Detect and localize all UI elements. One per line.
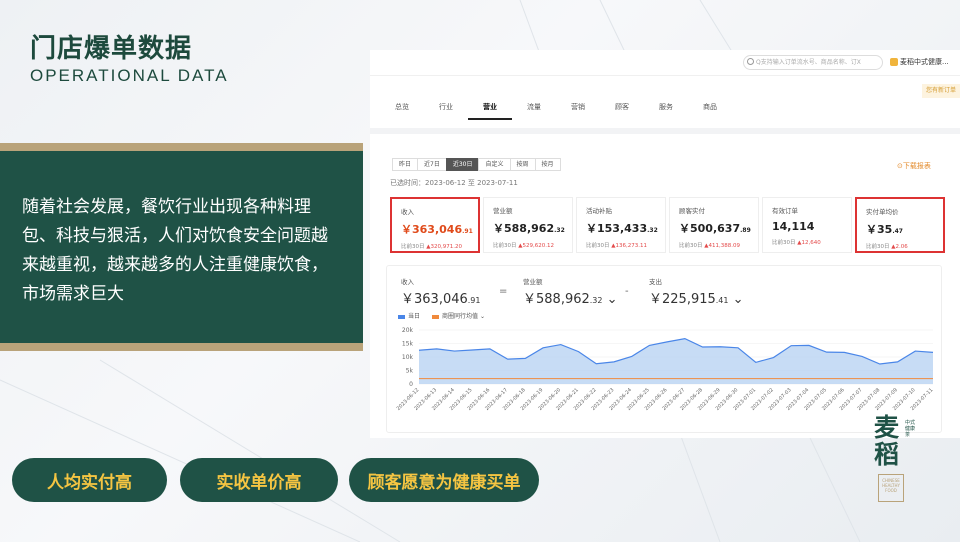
tab-overview[interactable]: 总览 [380,102,424,122]
kpi-value: ￥35.47 [866,223,903,236]
panel-body-text: 随着社会发展，餐饮行业出现各种料理包、科技与狠活，人们对饮食安全问题越来越重视，… [22,197,328,304]
user-menu[interactable]: 麦稻中式健康... [890,57,949,67]
range-monthly[interactable]: 按月 [534,158,561,171]
tab-industry[interactable]: 行业 [424,102,468,122]
range-7d[interactable]: 近7日 [417,158,447,171]
dashboard-topbar: Q支持输入订单流水号、商品名称、订X 麦稻中式健康... [370,50,960,76]
tab-products[interactable]: 商品 [688,102,732,122]
slide-subtitle: OPERATIONAL DATA [30,66,229,85]
store-icon [890,58,898,66]
logo-text: 麦稻 [874,413,900,469]
y-tick-label: 0 [409,381,413,388]
kpi-label: 活动补贴 [586,207,612,215]
kpi-label: 有效订单 [772,207,798,215]
pill-healthy: 顾客愿意为健康买单 [349,458,539,502]
kpi-card[interactable]: 顾客实付 ￥500,637.89 比前30日 ▲411,388.09 [669,197,759,253]
selected-period: 已选时间：2023-06-12 至 2023-07-11 [390,179,518,187]
kpi-card[interactable]: 收入 ￥363,046.91 比前30日 ▲320,971.20 [390,197,480,253]
kpi-label: 实付单均价 [866,208,899,216]
range-custom[interactable]: 自定义 [478,158,511,171]
tab-traffic[interactable]: 流量 [512,102,556,122]
text-panel: 随着社会发展，餐饮行业出现各种料理包、科技与狠活，人们对饮食安全问题越来越重视，… [0,143,363,351]
tab-business[interactable]: 营业 [468,102,512,120]
download-label: 下载报表 [902,162,931,170]
logo-badge: CHINESE HEALTHY FOOD [878,474,904,502]
new-order-notice[interactable]: 您有新订单 [922,84,960,98]
y-tick-label: 5k [406,368,414,375]
brand-logo: 麦稻 中式健康茶 CHINESE HEALTHY FOOD [872,414,934,506]
kpi-compare: 比前30日 ▲320,971.20 [401,244,462,250]
range-yesterday[interactable]: 昨日 [392,158,419,171]
kpi-card[interactable]: 实付单均价 ￥35.47 比前30日 ▲2.06 [855,197,945,253]
kpi-compare: 比前30日 ▲136,273.11 [586,243,647,249]
pill-per-capita: 人均实付高 [12,458,167,502]
tab-customers[interactable]: 顾客 [600,102,644,122]
user-name: 麦稻中式健康... [900,58,949,66]
kpi-value: ￥363,046.91 [401,223,473,236]
y-tick-label: 10k [402,354,414,361]
divider [370,128,960,134]
kpi-compare: 比前30日 ▲411,388.09 [679,243,740,249]
tab-service[interactable]: 服务 [644,102,688,122]
dashboard-screenshot: Q支持输入订单流水号、商品名称、订X 麦稻中式健康... 您有新订单 总览 行业… [370,50,960,438]
kpi-card[interactable]: 营业额 ￥588,962.32 比前30日 ▲529,620.12 [483,197,573,253]
tab-marketing[interactable]: 营销 [556,102,600,122]
range-30d[interactable]: 近30日 [445,158,480,171]
download-report-button[interactable]: ⊙下载报表 [897,161,931,171]
kpi-label: 营业额 [493,207,513,215]
y-tick-label: 15k [402,341,414,348]
trend-chart-panel: 收入 ￥363,046.91 = 营业额 ￥588,962.32 ⌄ - 支出 … [386,265,942,433]
kpi-label: 收入 [401,208,414,216]
kpi-compare: 比前30日 ▲529,620.12 [493,243,554,249]
date-range-group: 昨日 近7日 近30日 自定义 按周 按月 [392,158,561,171]
kpi-value: ￥153,433.32 [586,222,658,235]
slide-title: 门店爆单数据 [30,34,193,64]
logo-side-text: 中式健康茶 [905,420,916,438]
kpi-card[interactable]: 活动补贴 ￥153,433.32 比前30日 ▲136,273.11 [576,197,666,253]
area-chart: 20k15k10k5k02023-06-122023-06-132023-06-… [396,327,935,412]
kpi-label: 顾客实付 [679,207,705,215]
range-weekly[interactable]: 按周 [509,158,536,171]
series-area-daily [419,338,933,384]
kpi-compare: 比前30日 ▲12,640 [772,240,821,246]
kpi-compare: 比前30日 ▲2.06 [866,244,908,250]
search-input[interactable]: Q支持输入订单流水号、商品名称、订X [743,55,883,70]
kpi-value: ￥500,637.89 [679,222,751,235]
kpi-value: 14,114 [772,220,815,233]
kpi-card[interactable]: 有效订单 14,114 比前30日 ▲12,640 [762,197,852,253]
y-tick-label: 20k [402,327,414,334]
kpi-value: ￥588,962.32 [493,222,565,235]
pill-unit-price: 实收单价高 [180,458,338,502]
nav-tabs: 总览 行业 营业 流量 营销 顾客 服务 商品 [380,102,732,122]
